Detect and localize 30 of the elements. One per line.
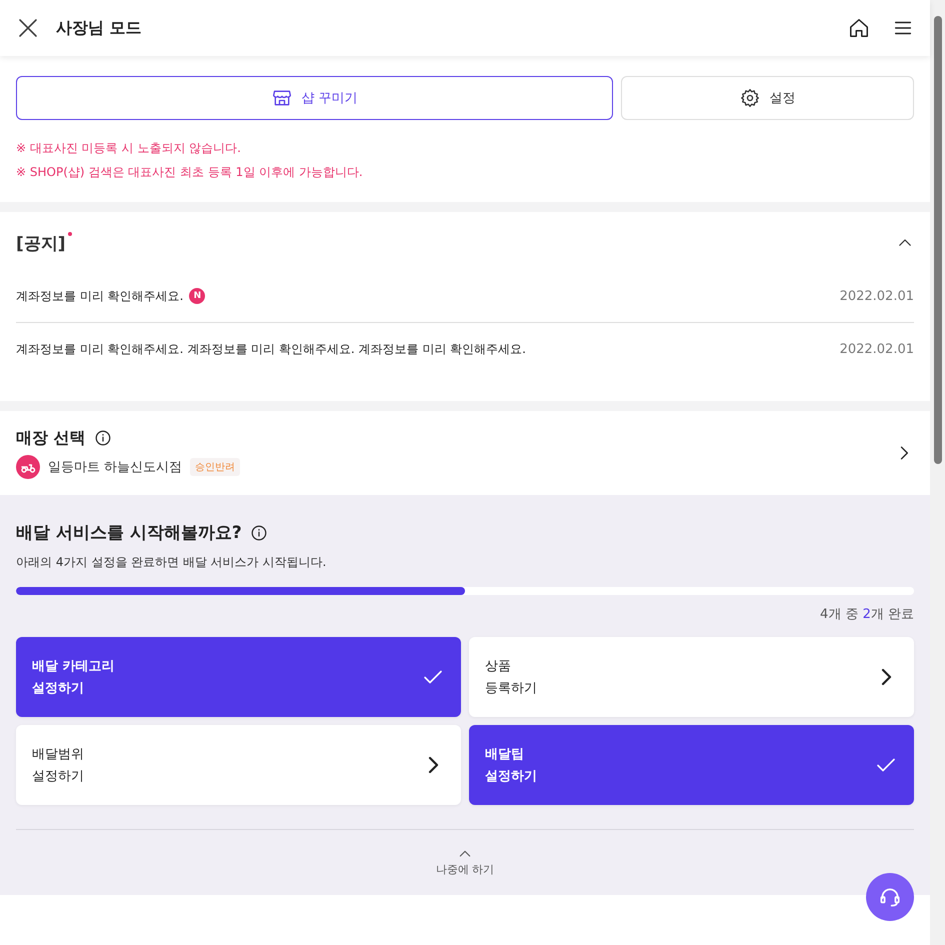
page-title: 사장님 모드 (56, 18, 142, 38)
scooter-icon (16, 454, 40, 478)
store-name: 일등마트 하늘신도시점 (48, 458, 182, 476)
setup-step-card[interactable]: 배달범위 설정하기 (16, 725, 461, 805)
settings-button[interactable]: 설정 (621, 76, 914, 120)
description-text: 아래의 4가지 설정을 완료하면 배달 서비스가 시작됩니다. (16, 554, 328, 571)
notice-date: 2022.02.01 (840, 288, 914, 304)
new-badge: N (189, 288, 206, 304)
notice-link[interactable]: 계좌정보를 미리 확인해주세요. 계좌정보를 미리 확인해주세요. 계좌정보를 미리 확인해주세요. (16, 340, 526, 358)
status-tag: 승인반려 (190, 458, 240, 476)
later-button[interactable]: 나중에 하기 (436, 846, 494, 877)
info-icon[interactable] (250, 524, 268, 542)
storefront-icon (272, 88, 292, 108)
notice-link[interactable]: 계좌정보를 미리 확인해주세요. (16, 288, 184, 304)
info-icon[interactable] (94, 429, 112, 447)
scrollbar[interactable] (930, 0, 945, 945)
setup-step-card[interactable]: 상품 등록하기 (469, 637, 914, 717)
section-title: [공지] (16, 232, 66, 254)
progress-count: 4개 중 2개 완료 (820, 606, 914, 623)
warning-text: ※ SHOP(샵) 검색은 대표사진 최초 등록 1일 이후에 가능합니다. (16, 164, 364, 181)
setup-step-card[interactable]: 배달 카테고리 설정하기 (16, 637, 461, 717)
warning-text: ※ 대표사진 미등록 시 노출되지 않습니다. (16, 140, 242, 157)
home-icon[interactable] (848, 17, 870, 39)
settings-icon (740, 88, 760, 108)
section-title: 매장 선택 (16, 428, 86, 448)
notice-date: 2022.02.01 (840, 342, 914, 356)
support-button[interactable] (866, 873, 914, 921)
setup-step-card[interactable]: 배달팁 설정하기 (469, 725, 914, 805)
shop-decorate-button[interactable]: 샵 꾸미기 (16, 76, 614, 120)
section-title: 배달 서비스를 시작해볼까요? (16, 522, 242, 544)
